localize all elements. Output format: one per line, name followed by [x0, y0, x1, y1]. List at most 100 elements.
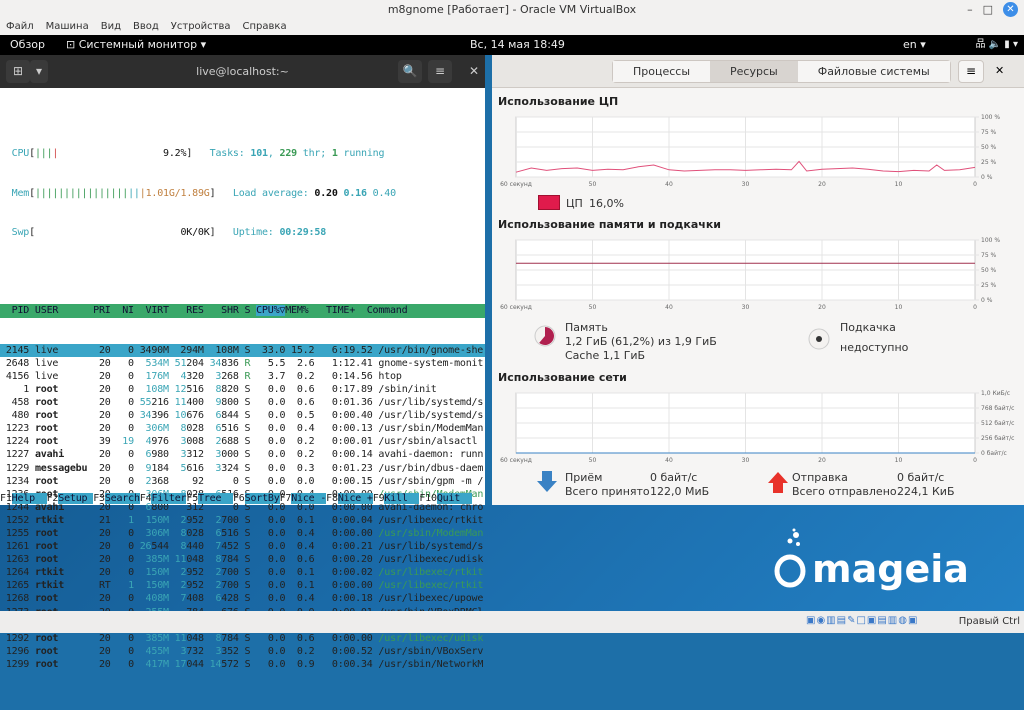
process-row[interactable]: 1 root 20 0 108M 12516 8820 S 0.0 0.6 0:… — [0, 383, 485, 396]
cpu-legend-label: ЦП — [566, 197, 583, 210]
y-tick-label: 0 % — [981, 297, 993, 304]
process-row[interactable]: 1261 root 20 0 26544 8440 7452 S 0.0 0.4… — [0, 540, 485, 553]
process-row[interactable]: 1296 root 20 0 455M 3732 3352 S 0.0 0.2 … — [0, 645, 485, 658]
menu-input[interactable]: Ввод — [133, 20, 159, 35]
mageia-logo: mageia — [774, 528, 969, 591]
process-row[interactable]: 480 root 20 0 34396 10676 6844 S 0.0 0.5… — [0, 409, 485, 422]
process-row[interactable]: 1224 root 39 19 4976 3008 2688 S 0.0 0.2… — [0, 435, 485, 448]
fkey-help[interactable]: F1Help — [0, 493, 47, 504]
process-row[interactable]: 1263 root 20 0 385M 11048 8784 S 0.0 0.6… — [0, 553, 485, 566]
memory-pie-icon[interactable] — [534, 325, 556, 347]
x-tick-label: 20 — [818, 181, 826, 188]
y-tick-label: 0 байт/с — [981, 450, 1007, 457]
tab-resources[interactable]: Ресурсы — [710, 61, 798, 82]
fkey-search[interactable]: F3Search — [93, 493, 140, 504]
download-arrow-icon[interactable] — [536, 470, 558, 494]
menu-button[interactable]: ≡ — [428, 60, 452, 83]
rx-label: Приём — [565, 471, 603, 484]
process-row[interactable]: 1234 root 20 0 2368 92 0 S 0.0 0.0 0:00.… — [0, 475, 485, 488]
fkey-filter[interactable]: F4Filter — [140, 493, 187, 504]
close-button[interactable]: ✕ — [995, 64, 1004, 77]
function-key-bar: F1Help F2Setup F3SearchF4FilterF5Tree F6… — [0, 492, 485, 505]
device-status-icons[interactable]: ▣◉▥▤✎□▣▤▥◍▣ — [806, 615, 918, 626]
memory-label: Память — [565, 321, 608, 334]
x-tick-label: 60 секунд — [500, 304, 532, 311]
fkey-quit[interactable]: F10Quit — [419, 493, 472, 504]
tab-processes[interactable]: Процессы — [613, 61, 711, 82]
process-table-header[interactable]: PID USER PRI NI VIRT RES SHR S CPU%▽MEM%… — [0, 304, 485, 318]
menu-help[interactable]: Справка — [243, 20, 287, 35]
close-button[interactable]: ✕ — [462, 60, 486, 83]
cpu-color-swatch[interactable] — [538, 195, 560, 210]
process-row[interactable]: 1292 root 20 0 385M 11048 8784 S 0.0 0.6… — [0, 632, 485, 645]
menu-button[interactable]: ≡ — [958, 60, 984, 83]
swap-pie-icon[interactable] — [808, 328, 830, 350]
terminal-window: ⊞ ▾ live@localhost:~ 🔍 ≡ ✕ CPU[|||| 9.2%… — [0, 55, 485, 670]
process-row[interactable]: 2145 live 20 0 3490M 294M 108M S 33.0 15… — [0, 343, 485, 357]
memory-value: 1,2 ГиБ (61,2%) из 1,9 ГиБ — [565, 335, 717, 348]
process-row[interactable]: 1223 root 20 0 306M 8028 6516 S 0.0 0.4 … — [0, 422, 485, 435]
terminal-header: ⊞ ▾ live@localhost:~ 🔍 ≡ ✕ — [0, 55, 485, 88]
y-tick-label: 0 % — [981, 174, 993, 181]
y-tick-label: 25 % — [981, 282, 997, 289]
vbox-status-bar: ▣◉▥▤✎□▣▤▥◍▣ Правый Ctrl — [0, 611, 1024, 633]
process-row[interactable]: 1255 root 20 0 306M 8028 6516 S 0.0 0.4 … — [0, 527, 485, 540]
fkey-kill[interactable]: F9Kill — [373, 493, 420, 504]
y-tick-label: 50 % — [981, 144, 997, 151]
svg-text:mageia: mageia — [812, 547, 969, 591]
htop-output[interactable]: CPU[|||| 9.2%] Tasks: 101, 229 thr; 1 ru… — [0, 88, 485, 670]
fkey-nice[interactable]: F7Nice - — [280, 493, 326, 504]
rx-total: 122,0 МиБ — [650, 485, 710, 498]
tx-label: Отправка — [792, 471, 848, 484]
y-tick-label: 75 % — [981, 252, 997, 259]
tx-rate: 0 байт/с — [897, 471, 945, 484]
close-button[interactable]: ✕ — [1003, 2, 1018, 17]
menu-devices[interactable]: Устройства — [171, 20, 231, 35]
upload-arrow-icon[interactable] — [767, 470, 789, 494]
x-tick-label: 10 — [895, 457, 903, 464]
cpu-chart: 100 % 75 % 50 % 25 % 0 % 60 секунд 50 40 30 20 10 0 — [500, 114, 1000, 188]
process-row[interactable]: 1252 rtkit 21 1 150M 2952 2700 S 0.0 0.1… — [0, 514, 485, 527]
fkey-sortby[interactable]: F6SortBy — [233, 493, 280, 504]
system-tray-icons[interactable]: 品 🔈 ▮ ▾ — [975, 35, 1018, 55]
menu-file[interactable]: Файл — [6, 20, 34, 35]
memory-cache: Cache 1,1 ГиБ — [565, 349, 646, 362]
process-row[interactable]: 4156 live 20 0 176M 4320 3268 R 3.7 0.2 … — [0, 370, 485, 383]
tx-total-label: Всего отправлено — [792, 485, 897, 498]
process-row[interactable]: 458 root 20 0 55216 11400 9800 S 0.0 0.6… — [0, 396, 485, 409]
app-icon: ⊡ — [66, 38, 79, 51]
clock[interactable]: Вс, 14 мая 18:49 — [470, 35, 565, 55]
x-tick-label: 40 — [665, 181, 673, 188]
x-tick-label: 50 — [589, 181, 597, 188]
menu-view[interactable]: Вид — [101, 20, 121, 35]
window-title: m8gnome [Работает] - Oracle VM VirtualBo… — [387, 3, 637, 16]
process-row[interactable]: 2648 live 20 0 534M 51204 34836 R 5.5 2.… — [0, 357, 485, 370]
swap-label: Подкачка — [840, 321, 896, 334]
process-row[interactable]: 1299 root 20 0 417M 17044 14572 S 0.0 0.… — [0, 658, 485, 671]
y-tick-label: 512 байт/с — [981, 420, 1014, 427]
language-indicator[interactable]: en ▾ — [903, 35, 926, 55]
y-tick-label: 100 % — [981, 114, 1000, 121]
window-controls: – □ ✕ — [967, 2, 1018, 17]
fkey-nice[interactable]: F8Nice + — [326, 493, 373, 504]
search-button[interactable]: 🔍 — [398, 60, 422, 83]
menu-machine[interactable]: Машина — [46, 20, 89, 35]
x-tick-label: 50 — [589, 457, 597, 464]
x-tick-label: 0 — [973, 457, 977, 464]
app-menu[interactable]: ⊡ Системный монитор ▾ — [66, 35, 206, 55]
minimize-button[interactable]: – — [967, 3, 973, 16]
process-row[interactable]: 1265 rtkit RT 1 150M 2952 2700 S 0.0 0.1… — [0, 579, 485, 592]
fkey-setup[interactable]: F2Setup — [47, 493, 94, 504]
activities-button[interactable]: Обзор — [10, 35, 45, 55]
process-row[interactable]: 1227 avahi 20 0 6980 3312 3000 S 0.0 0.2… — [0, 448, 485, 461]
process-row[interactable]: 1229 messagebu 20 0 9184 5616 3324 S 0.0… — [0, 462, 485, 475]
maximize-button[interactable]: □ — [983, 3, 993, 16]
y-tick-label: 25 % — [981, 159, 997, 166]
process-row[interactable]: 1264 rtkit 20 0 150M 2952 2700 S 0.0 0.1… — [0, 566, 485, 579]
x-tick-label: 20 — [818, 457, 826, 464]
x-tick-label: 20 — [818, 304, 826, 311]
fkey-tree[interactable]: F5Tree — [186, 493, 233, 504]
process-row[interactable]: 1268 root 20 0 408M 7408 6428 S 0.0 0.4 … — [0, 592, 485, 605]
network-section-title: Использование сети — [498, 371, 627, 384]
tab-file-systems[interactable]: Файловые системы — [797, 61, 950, 82]
